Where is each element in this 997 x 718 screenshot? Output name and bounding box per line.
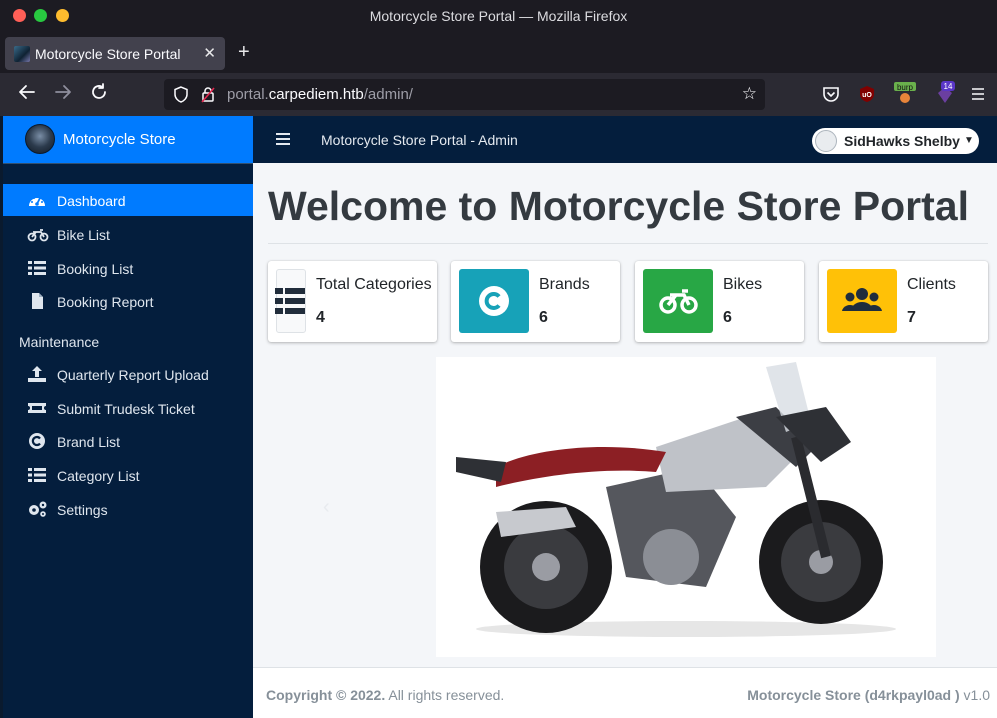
app-topnav: Motorcycle Store Portal - Admin SidHawks… — [253, 116, 997, 163]
brand-divider — [3, 163, 253, 164]
url-text[interactable]: portal.carpediem.htb/admin/ — [227, 86, 413, 103]
adventure-motorcycle-image — [456, 362, 896, 637]
stat-value: 6 — [539, 309, 548, 326]
stat-card-total-categories: Total Categories 4 — [268, 261, 437, 342]
list-icon — [275, 269, 306, 333]
window-title: Motorcycle Store Portal — Mozilla Firefo… — [369, 8, 628, 24]
sidebar-item-label: Category List — [57, 468, 140, 484]
footer-copyright: Copyright © 2022. All rights reserved. — [266, 687, 505, 703]
footer-store: Motorcycle Store (d4rkpayl0ad ) v1.0 — [747, 687, 990, 703]
pocket-icon[interactable] — [822, 85, 840, 103]
sidebar-item-label: Booking List — [57, 261, 134, 277]
stat-card-brands: Brands 6 — [451, 261, 620, 342]
sidebar-item-label: Dashboard — [57, 193, 126, 209]
page-footer: Copyright © 2022. All rights reserved. M… — [253, 667, 997, 718]
sidebar-toggle-icon[interactable] — [276, 132, 290, 151]
stat-value: 6 — [723, 309, 732, 326]
ublock-icon[interactable]: uO — [858, 85, 876, 103]
stat-label: Clients — [907, 276, 956, 293]
sidebar-item-bike-list[interactable]: Bike List — [3, 218, 253, 250]
sidebar-item-quarterly-report-upload[interactable]: Quarterly Report Upload — [3, 358, 253, 390]
reload-icon[interactable] — [90, 83, 108, 106]
brand-text: Motorcycle Store — [63, 131, 176, 148]
tab-bar: Motorcycle Store Portal ✕ + — [0, 33, 997, 73]
privacy-badger-icon[interactable]: 14 — [934, 81, 956, 103]
tab-title: Motorcycle Store Portal — [35, 46, 181, 62]
sidebar-item-category-list[interactable]: Category List — [3, 459, 253, 491]
forward-arrow-icon[interactable] — [54, 83, 72, 106]
caret-down-icon: ▼ — [964, 135, 974, 146]
bookmark-star-icon[interactable]: ☆ — [742, 84, 757, 104]
th-list-icon — [27, 259, 47, 277]
svg-text:burp: burp — [897, 83, 914, 92]
bike-carousel[interactable] — [436, 357, 936, 657]
close-tab-icon[interactable]: ✕ — [203, 44, 216, 62]
window-titlebar: Motorcycle Store Portal — Mozilla Firefo… — [0, 0, 997, 33]
carousel-prev-icon[interactable]: ‹ — [323, 496, 330, 519]
avatar — [815, 130, 837, 152]
th-list-icon — [27, 466, 47, 484]
stat-label: Total Categories — [316, 276, 432, 293]
sidebar-item-dashboard[interactable]: Dashboard — [3, 184, 253, 216]
brand-link[interactable]: Motorcycle Store — [3, 116, 253, 163]
motorcycle-icon — [643, 269, 713, 333]
brand-logo-icon — [25, 124, 55, 154]
stat-label: Brands — [539, 276, 590, 293]
file-icon — [27, 292, 47, 310]
copyright-icon — [27, 432, 47, 450]
main-content: Welcome to Motorcycle Store Portal Total… — [253, 163, 997, 667]
users-icon — [827, 269, 897, 333]
stat-card-clients: Clients 7 — [819, 261, 988, 342]
user-name: SidHawks Shelby — [844, 133, 960, 149]
tracking-shield-icon[interactable] — [173, 86, 189, 108]
topnav-title: Motorcycle Store Portal - Admin — [321, 132, 518, 148]
sidebar-item-brand-list[interactable]: Brand List — [3, 425, 253, 457]
browser-navbar: portal.carpediem.htb/admin/ ☆ uO burp 14 — [0, 73, 997, 116]
sidebar-item-label: Settings — [57, 502, 108, 518]
ticket-icon — [27, 399, 47, 417]
page-title: Welcome to Motorcycle Store Portal — [268, 183, 969, 229]
favicon-icon — [14, 46, 30, 62]
sidebar-item-label: Submit Trudesk Ticket — [57, 401, 195, 417]
stat-value: 4 — [316, 309, 325, 326]
svg-text:14: 14 — [944, 82, 953, 91]
stat-value: 7 — [907, 309, 916, 326]
sidebar-item-label: Bike List — [57, 227, 110, 243]
sidebar-item-settings[interactable]: Settings — [3, 493, 253, 525]
copyright-icon — [459, 269, 529, 333]
title-divider — [268, 243, 988, 244]
burp-icon[interactable]: burp — [893, 82, 917, 103]
sidebar-item-label: Brand List — [57, 434, 121, 450]
hamburger-menu-icon[interactable] — [970, 86, 988, 104]
dashboard-gauge-icon — [27, 191, 47, 209]
sidebar-item-booking-report[interactable]: Booking Report — [3, 285, 253, 317]
motorcycle-icon — [27, 225, 49, 243]
new-tab-icon[interactable]: + — [238, 41, 250, 64]
sidebar-item-label: Quarterly Report Upload — [57, 367, 209, 383]
cogs-icon — [27, 500, 47, 518]
back-arrow-icon[interactable] — [18, 83, 36, 106]
stat-card-bikes: Bikes 6 — [635, 261, 804, 342]
app-sidebar: Motorcycle Store Dashboard Bike List Boo… — [3, 116, 253, 718]
stat-label: Bikes — [723, 276, 763, 293]
upload-icon — [27, 365, 47, 383]
sidebar-item-label: Booking Report — [57, 294, 154, 310]
sidebar-item-submit-trudesk-ticket[interactable]: Submit Trudesk Ticket — [3, 392, 253, 424]
sidebar-item-booking-list[interactable]: Booking List — [3, 252, 253, 284]
insecure-lock-icon[interactable] — [201, 86, 215, 108]
url-bar[interactable]: portal.carpediem.htb/admin/ ☆ — [164, 79, 765, 110]
user-menu-button[interactable]: SidHawks Shelby ▼ — [812, 128, 979, 154]
sidebar-section-header: Maintenance — [19, 334, 100, 350]
svg-text:uO: uO — [862, 92, 872, 99]
browser-tab[interactable]: Motorcycle Store Portal ✕ — [5, 37, 225, 70]
